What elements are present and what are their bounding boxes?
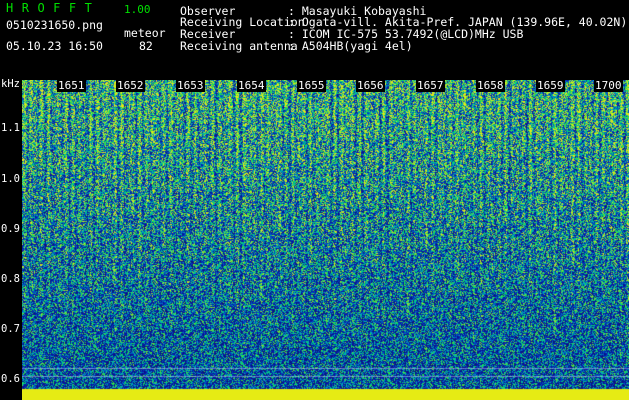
- frequency-tick-label: 0.7: [1, 323, 20, 335]
- time-tick-label: 1655: [297, 79, 326, 92]
- header-panel: HROFFT 1.00 0510231650.png meteor 05.10.…: [0, 0, 629, 78]
- frequency-unit-label: kHz: [1, 78, 20, 90]
- frequency-axis: kHz 1.1 1.0 0.9 0.8 0.7 0.6: [0, 78, 22, 400]
- time-tick-label: 1653: [176, 79, 205, 92]
- time-tick-label: 1658: [476, 79, 505, 92]
- frequency-tick-label: 0.6: [1, 373, 20, 385]
- frequency-tick-label: 1.0: [1, 173, 20, 185]
- frequency-tick-label: 0.9: [1, 223, 20, 235]
- datetime: 05.10.23 16:50: [6, 39, 103, 53]
- frequency-tick-label: 0.8: [1, 273, 20, 285]
- time-tick-label: 1657: [416, 79, 445, 92]
- time-tick-label: 1652: [116, 79, 145, 92]
- time-tick-label: 1651: [57, 79, 86, 92]
- info-value-antenna: : A504HB(yagi 4el): [288, 39, 413, 53]
- app-name: HROFFT: [6, 1, 101, 15]
- info-label-antenna: Receiving antenna: [180, 39, 298, 53]
- app-version: 1.00: [124, 3, 151, 16]
- time-tick-label: 1700: [594, 79, 623, 92]
- frequency-tick-label: 1.1: [1, 122, 20, 134]
- detection-count: 82: [139, 39, 153, 53]
- time-tick-label: 1654: [237, 79, 266, 92]
- spectrogram-display: [22, 80, 629, 400]
- file-name: 0510231650.png: [6, 18, 103, 32]
- time-tick-label: 1656: [356, 79, 385, 92]
- time-tick-label: 1659: [536, 79, 565, 92]
